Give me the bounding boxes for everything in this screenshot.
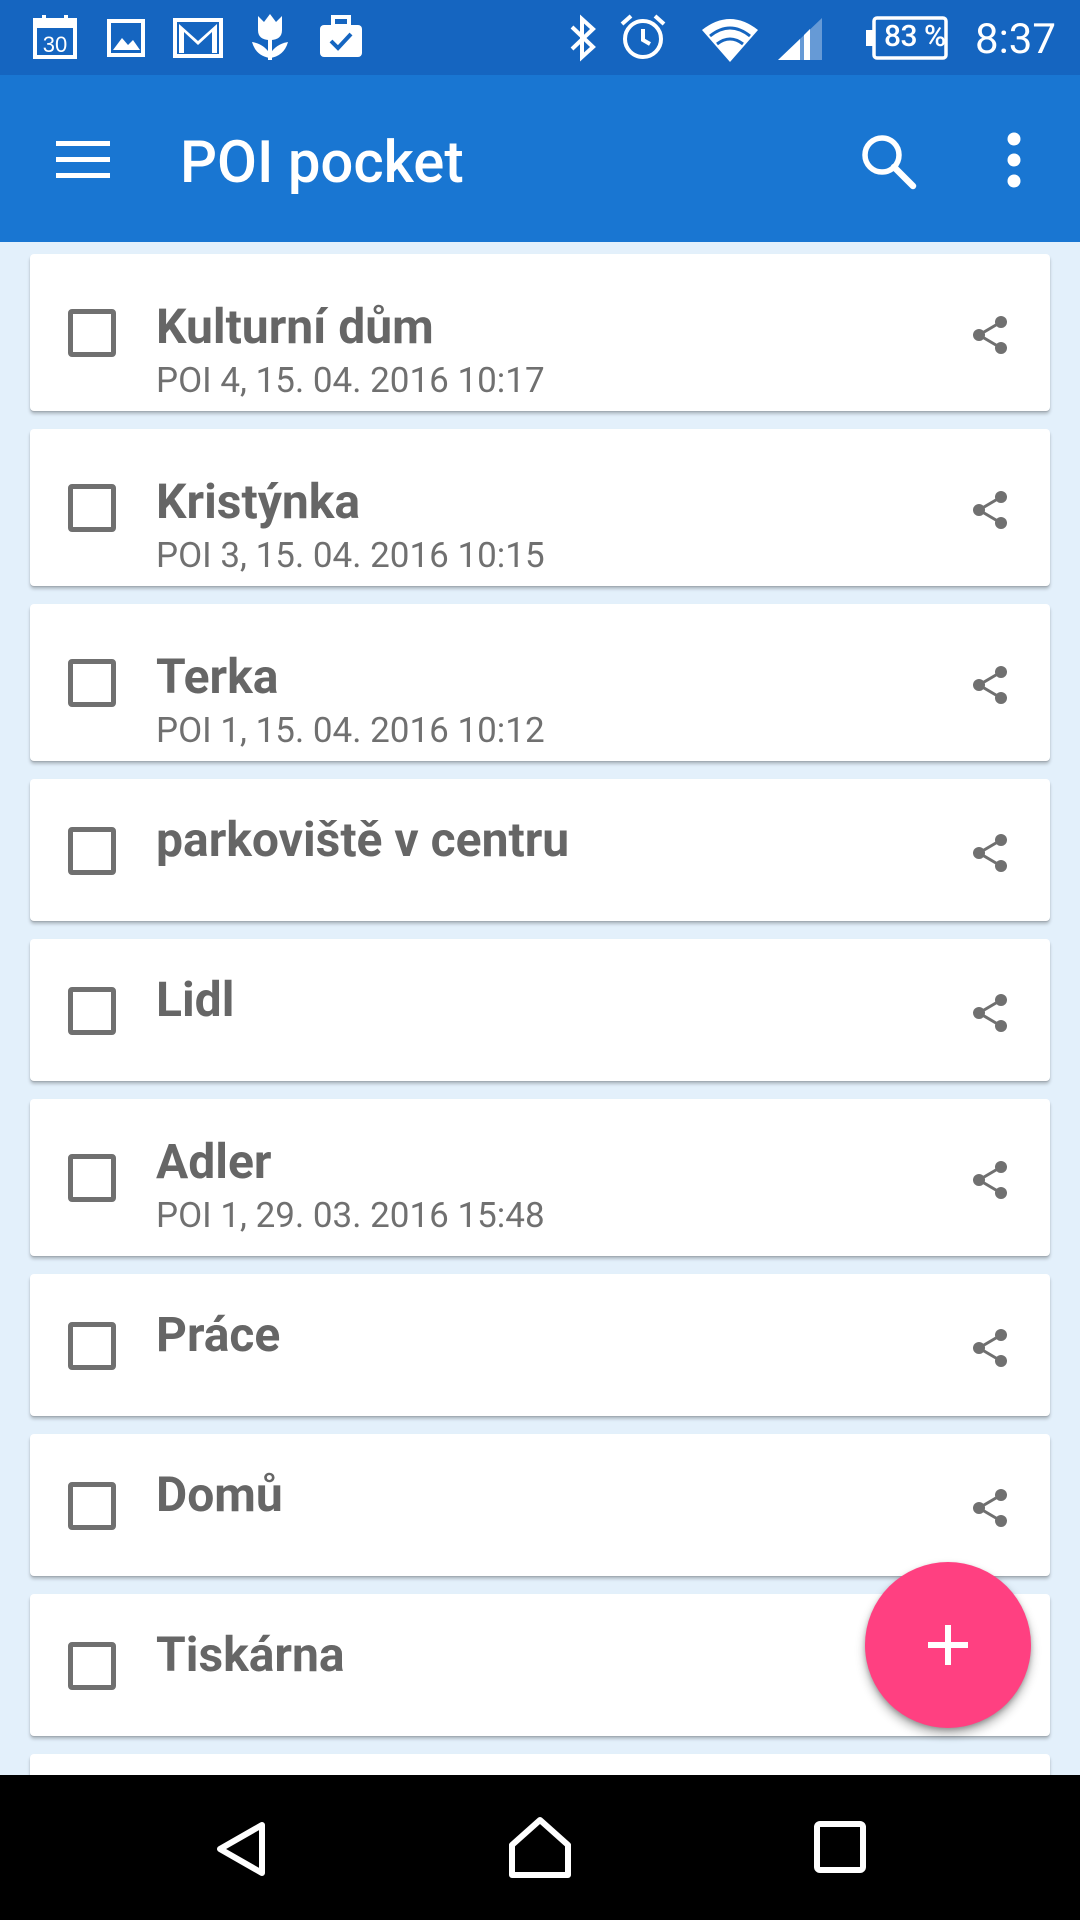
item-checkbox[interactable]: [68, 827, 116, 875]
signal-icon: [778, 18, 822, 60]
list-item[interactable]: Lidl: [30, 939, 1050, 1081]
item-checkbox[interactable]: [68, 1642, 116, 1690]
add-poi-button[interactable]: [865, 1562, 1031, 1728]
clock: 8:37: [975, 15, 1056, 64]
bluetooth-icon: [570, 14, 596, 62]
list-item[interactable]: Kristýnka POI 3, 15. 04. 2016 10:15: [30, 429, 1050, 586]
item-name: Kulturní dům: [156, 298, 434, 355]
item-checkbox[interactable]: [68, 1322, 116, 1370]
item-checkbox[interactable]: [68, 987, 116, 1035]
wifi-icon: [702, 19, 758, 62]
share-icon[interactable]: [970, 1328, 1010, 1368]
calendar-day: 30: [43, 32, 67, 57]
status-bar: 30 83 % 8:37: [0, 0, 1080, 75]
item-name: Práce: [156, 1306, 281, 1363]
list-item[interactable]: parkoviště v centru: [30, 779, 1050, 921]
home-icon[interactable]: [506, 1815, 574, 1879]
list-item[interactable]: Práce: [30, 1274, 1050, 1416]
alarm-icon: [620, 14, 666, 59]
list-item[interactable]: Adler POI 1, 29. 03. 2016 15:48: [30, 1099, 1050, 1256]
list-item[interactable]: [30, 1754, 1050, 1775]
menu-icon[interactable]: [54, 138, 112, 182]
item-checkbox[interactable]: [68, 659, 116, 707]
more-vert-icon[interactable]: [1002, 131, 1026, 189]
back-icon[interactable]: [212, 1819, 272, 1879]
item-name: Adler: [156, 1133, 272, 1190]
poi-list: Kulturní dům POI 4, 15. 04. 2016 10:17 K…: [0, 242, 1080, 1775]
share-icon[interactable]: [970, 315, 1010, 355]
list-item[interactable]: Domů: [30, 1434, 1050, 1576]
briefcase-check-icon: [320, 15, 362, 57]
item-subtitle: POI 1, 29. 03. 2016 15:48: [156, 1195, 545, 1236]
gmail-icon: [173, 18, 223, 58]
app-title: POI pocket: [180, 129, 464, 197]
item-checkbox[interactable]: [68, 1154, 116, 1202]
item-checkbox[interactable]: [68, 484, 116, 532]
share-icon[interactable]: [970, 993, 1010, 1033]
item-subtitle: POI 4, 15. 04. 2016 10:17: [156, 360, 545, 401]
recents-icon[interactable]: [812, 1819, 868, 1875]
item-checkbox[interactable]: [68, 1482, 116, 1530]
gallery-icon: [107, 19, 145, 57]
item-name: Domů: [156, 1466, 283, 1523]
app-bar: POI pocket: [0, 75, 1080, 242]
item-name: Tiskárna: [156, 1626, 345, 1683]
battery-percent: 83 %: [884, 19, 946, 54]
list-item[interactable]: Kulturní dům POI 4, 15. 04. 2016 10:17: [30, 254, 1050, 411]
share-icon[interactable]: [970, 665, 1010, 705]
share-icon[interactable]: [970, 1160, 1010, 1200]
item-name: parkoviště v centru: [156, 811, 570, 868]
item-checkbox[interactable]: [68, 309, 116, 357]
item-name: Kristýnka: [156, 473, 361, 530]
list-item[interactable]: Terka POI 1, 15. 04. 2016 10:12: [30, 604, 1050, 761]
share-icon[interactable]: [970, 490, 1010, 530]
share-icon[interactable]: [970, 1488, 1010, 1528]
item-name: Lidl: [156, 971, 235, 1028]
tulip-icon: [252, 14, 288, 60]
calendar-icon: 30: [33, 15, 77, 59]
system-nav-bar: [0, 1775, 1080, 1920]
share-icon[interactable]: [970, 833, 1010, 873]
search-icon[interactable]: [858, 131, 918, 191]
item-subtitle: POI 1, 15. 04. 2016 10:12: [156, 710, 545, 751]
item-name: Terka: [156, 648, 279, 705]
item-subtitle: POI 3, 15. 04. 2016 10:15: [156, 535, 545, 576]
plus-icon: [928, 1625, 968, 1665]
